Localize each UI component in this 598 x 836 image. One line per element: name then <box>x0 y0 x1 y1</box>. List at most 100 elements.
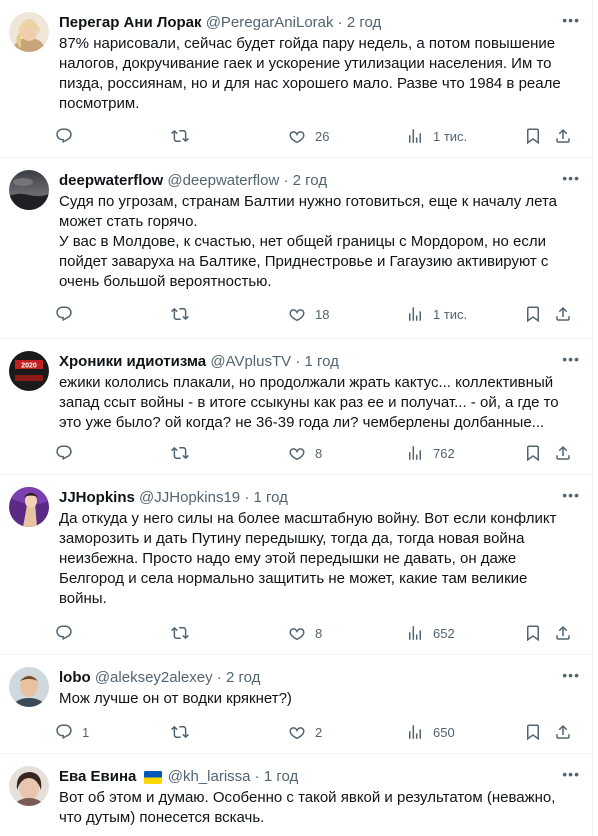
share-button[interactable] <box>554 127 572 145</box>
share-icon <box>556 128 570 143</box>
tweet-actions: 8 762 <box>55 442 582 464</box>
share-icon <box>556 724 570 739</box>
retweet-button[interactable] <box>171 305 198 323</box>
more-icon[interactable]: ••• <box>562 351 580 367</box>
reply-icon <box>56 128 72 144</box>
tweet[interactable]: Ева Евина @kh_larissa · 1 год ••• Вот об… <box>0 754 592 836</box>
retweet-button[interactable] <box>171 624 198 642</box>
avatar[interactable] <box>9 667 49 707</box>
more-icon[interactable]: ••• <box>562 12 580 28</box>
retweet-button[interactable] <box>171 723 198 741</box>
reply-button[interactable] <box>55 624 82 642</box>
reply-button[interactable] <box>55 127 82 145</box>
heart-icon <box>289 448 305 461</box>
views-icon <box>409 725 421 739</box>
user-handle[interactable]: @kh_larissa <box>168 768 251 785</box>
user-handle[interactable]: @deepwaterflow <box>167 172 279 189</box>
display-name[interactable]: Ева Евина <box>59 768 136 785</box>
avatar[interactable] <box>9 12 49 52</box>
tweet[interactable]: JJHopkins @JJHopkins19 · 1 год ••• Да от… <box>0 475 592 655</box>
reply-button[interactable]: 1 <box>55 723 89 741</box>
bookmark-icon <box>527 306 539 323</box>
like-count: 8 <box>315 445 323 461</box>
timestamp[interactable]: 1 год <box>264 768 298 785</box>
like-button[interactable]: 26 <box>288 127 329 145</box>
avatar[interactable] <box>9 487 49 527</box>
display-name[interactable]: deepwaterflow <box>59 172 163 189</box>
views-button[interactable]: 650 <box>406 723 455 741</box>
separator-dot: · <box>295 353 301 370</box>
share-button[interactable] <box>554 723 572 741</box>
retweet-icon <box>171 129 189 143</box>
retweet-button[interactable] <box>171 444 198 462</box>
bookmark-icon <box>527 445 539 462</box>
avatar[interactable] <box>9 766 49 806</box>
reply-button[interactable] <box>55 305 82 323</box>
tweet[interactable]: lobo @aleksey2alexey · 2 год ••• Мож луч… <box>0 655 592 754</box>
bookmark-button[interactable] <box>524 305 542 323</box>
share-button[interactable] <box>554 305 572 323</box>
user-handle[interactable]: @AVplusTV <box>210 353 291 370</box>
display-name[interactable]: Хроники идиотизма <box>59 353 206 370</box>
retweet-icon <box>171 725 189 739</box>
tweet-text: Вот об этом и думаю. Особенно с такой яв… <box>59 789 556 826</box>
bookmark-button[interactable] <box>524 444 542 462</box>
more-icon[interactable]: ••• <box>562 667 580 683</box>
timestamp[interactable]: 2 год <box>226 669 260 686</box>
display-name[interactable]: lobo <box>59 669 91 686</box>
ukraine-flag-icon <box>143 770 162 790</box>
tweet-header: deepwaterflow @deepwaterflow · 2 год <box>59 171 582 191</box>
more-icon[interactable]: ••• <box>562 487 580 503</box>
reply-feed: Перегар Ани Лорак @PeregarAniLorak · 2 г… <box>0 0 593 836</box>
bookmark-button[interactable] <box>524 624 542 642</box>
user-handle[interactable]: @JJHopkins19 <box>139 489 240 506</box>
view-count: 1 тис. <box>433 306 468 322</box>
reply-button[interactable] <box>55 444 82 462</box>
avatar[interactable] <box>9 170 49 210</box>
bookmark-button[interactable] <box>524 127 542 145</box>
user-handle[interactable]: @aleksey2alexey <box>95 669 213 686</box>
timestamp[interactable]: 2 год <box>293 172 327 189</box>
view-count: 762 <box>433 445 455 461</box>
tweet[interactable]: Перегар Ани Лорак @PeregarAniLorak · 2 г… <box>0 0 592 158</box>
bookmark-icon <box>527 724 539 741</box>
heart-icon <box>289 727 305 740</box>
retweet-button[interactable] <box>171 127 198 145</box>
tweet-text: Да откуда у него силы на более масштабну… <box>59 510 557 607</box>
views-icon <box>409 307 421 321</box>
bookmark-button[interactable] <box>524 723 542 741</box>
view-count: 652 <box>433 625 455 641</box>
more-icon[interactable]: ••• <box>562 170 580 186</box>
tweet[interactable]: 2020 Хроники идиотизма @AVplusTV · 1 год… <box>0 339 592 475</box>
avatar[interactable]: 2020 <box>9 351 49 391</box>
separator-dot: · <box>283 172 289 189</box>
views-button[interactable]: 762 <box>406 444 455 462</box>
share-button[interactable] <box>554 444 572 462</box>
views-icon <box>409 446 421 460</box>
tweet-actions: 26 1 тис. <box>55 125 582 147</box>
tweet-header: Ева Евина @kh_larissa · 1 год <box>59 767 582 790</box>
display-name[interactable]: JJHopkins <box>59 489 135 506</box>
views-button[interactable]: 652 <box>406 624 455 642</box>
retweet-icon <box>171 446 189 460</box>
tweet[interactable]: deepwaterflow @deepwaterflow · 2 год •••… <box>0 158 592 339</box>
tweet-header: lobo @aleksey2alexey · 2 год <box>59 668 582 688</box>
timestamp[interactable]: 1 год <box>304 353 338 370</box>
share-button[interactable] <box>554 624 572 642</box>
reply-icon <box>56 306 72 322</box>
like-button[interactable]: 8 <box>288 444 322 462</box>
tweet-text: ежики кололись плакали, но продолжали жр… <box>59 374 559 431</box>
like-button[interactable]: 2 <box>288 723 322 741</box>
views-button[interactable]: 1 тис. <box>406 127 467 145</box>
retweet-icon <box>171 626 189 640</box>
bookmark-icon <box>527 625 539 642</box>
like-button[interactable]: 8 <box>288 624 322 642</box>
more-icon[interactable]: ••• <box>562 766 580 782</box>
display-name[interactable]: Перегар Ани Лорак <box>59 14 202 31</box>
separator-dot: · <box>337 14 343 31</box>
timestamp[interactable]: 2 год <box>347 14 381 31</box>
views-button[interactable]: 1 тис. <box>406 305 467 323</box>
user-handle[interactable]: @PeregarAniLorak <box>206 14 334 31</box>
like-button[interactable]: 18 <box>288 305 329 323</box>
timestamp[interactable]: 1 год <box>253 489 287 506</box>
